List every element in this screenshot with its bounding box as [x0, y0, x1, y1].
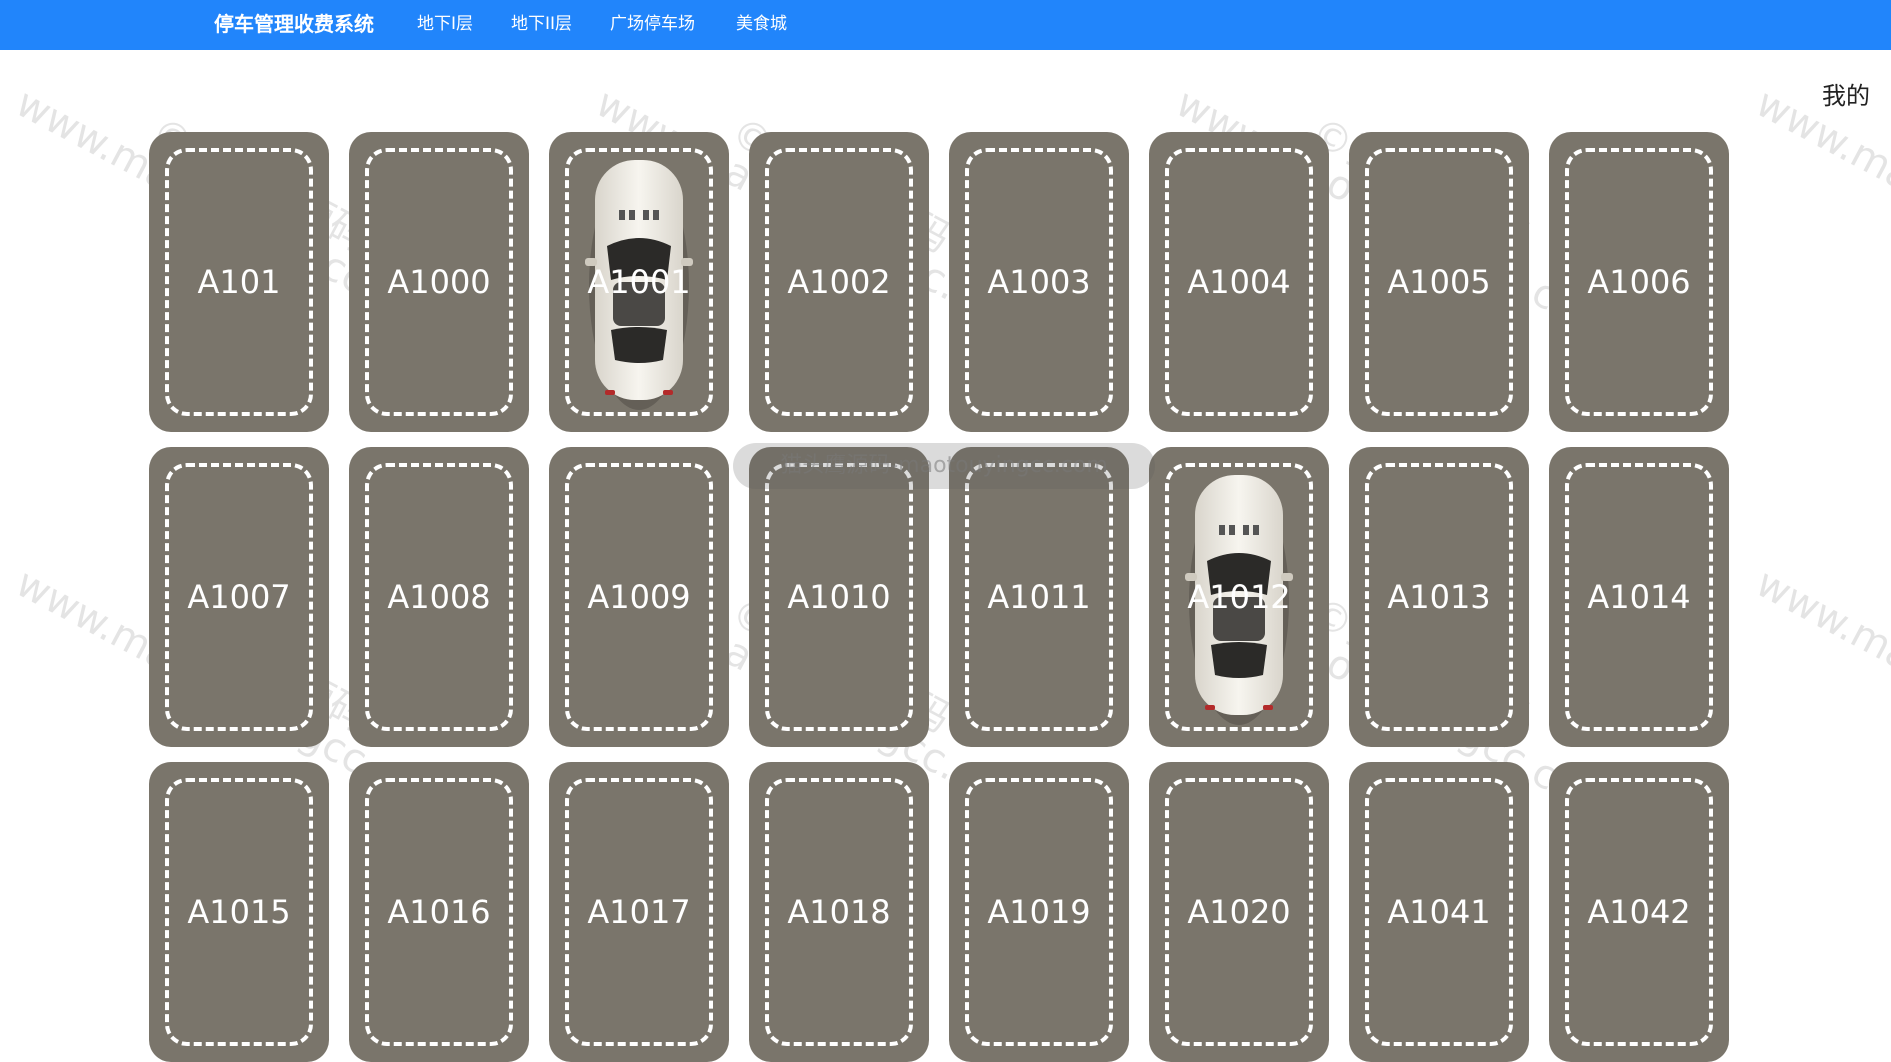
- parking-slot[interactable]: A1015: [149, 762, 329, 1062]
- parking-slot[interactable]: A1042: [1549, 762, 1729, 1062]
- parking-slot[interactable]: A1012: [1149, 447, 1329, 747]
- parking-slot[interactable]: A1011: [949, 447, 1129, 747]
- slot-label: A1020: [1187, 893, 1291, 931]
- slot-label: A1015: [187, 893, 291, 931]
- parking-slot[interactable]: A1006: [1549, 132, 1729, 432]
- slot-label: A1002: [787, 263, 891, 301]
- slot-label: A1019: [987, 893, 1091, 931]
- slot-label: A1013: [1387, 578, 1491, 616]
- toast-message: 猫头鹰源码-maotouyingcc.com: [733, 443, 1155, 489]
- parking-slot[interactable]: A1016: [349, 762, 529, 1062]
- parking-slot[interactable]: A101: [149, 132, 329, 432]
- slot-label: A1008: [387, 578, 491, 616]
- slot-label: A1016: [387, 893, 491, 931]
- watermark-text: www.maotouyingcc.com: [1748, 80, 1891, 350]
- parking-slot[interactable]: A1014: [1549, 447, 1729, 747]
- slot-label: A1017: [587, 893, 691, 931]
- top-navbar: 停车管理收费系统 地下I层 地下II层 广场停车场 美食城: [0, 0, 1891, 50]
- slot-label: A1018: [787, 893, 891, 931]
- slot-label: A1012: [1187, 578, 1291, 616]
- parking-slot[interactable]: A1017: [549, 762, 729, 1062]
- parking-slot[interactable]: A1001: [549, 132, 729, 432]
- my-account-link[interactable]: 我的: [1822, 76, 1870, 111]
- nav-plaza-parking[interactable]: 广场停车场: [610, 0, 695, 50]
- slot-label: A1011: [987, 578, 1091, 616]
- slot-label: A1005: [1387, 263, 1491, 301]
- parking-slot[interactable]: A1009: [549, 447, 729, 747]
- parking-slot[interactable]: A1002: [749, 132, 929, 432]
- parking-slot[interactable]: A1003: [949, 132, 1129, 432]
- parking-slot[interactable]: A1008: [349, 447, 529, 747]
- app-title[interactable]: 停车管理收费系统: [214, 0, 374, 50]
- slot-label: A1004: [1187, 263, 1291, 301]
- slot-label: A1003: [987, 263, 1091, 301]
- slot-label: A1009: [587, 578, 691, 616]
- slot-label: A101: [197, 263, 281, 301]
- parking-slot[interactable]: A1004: [1149, 132, 1329, 432]
- parking-slot[interactable]: A1013: [1349, 447, 1529, 747]
- slot-label: A1006: [1587, 263, 1691, 301]
- parking-slot[interactable]: A1007: [149, 447, 329, 747]
- slot-label: A1014: [1587, 578, 1691, 616]
- parking-slot[interactable]: A1019: [949, 762, 1129, 1062]
- parking-slot[interactable]: A1010: [749, 447, 929, 747]
- parking-slot[interactable]: A1000: [349, 132, 529, 432]
- slot-label: A1010: [787, 578, 891, 616]
- parking-slot[interactable]: A1018: [749, 762, 929, 1062]
- slot-label: A1000: [387, 263, 491, 301]
- parking-slot[interactable]: A1005: [1349, 132, 1529, 432]
- parking-slot[interactable]: A1020: [1149, 762, 1329, 1062]
- slot-label: A1001: [587, 263, 691, 301]
- slot-label: A1041: [1387, 893, 1491, 931]
- slot-label: A1042: [1587, 893, 1691, 931]
- nav-basement-1[interactable]: 地下I层: [417, 0, 473, 50]
- watermark-text: www.maotouyingcc.com: [1748, 560, 1891, 830]
- nav-food-court[interactable]: 美食城: [736, 0, 787, 50]
- parking-slot[interactable]: A1041: [1349, 762, 1529, 1062]
- slot-label: A1007: [187, 578, 291, 616]
- nav-basement-2[interactable]: 地下II层: [511, 0, 572, 50]
